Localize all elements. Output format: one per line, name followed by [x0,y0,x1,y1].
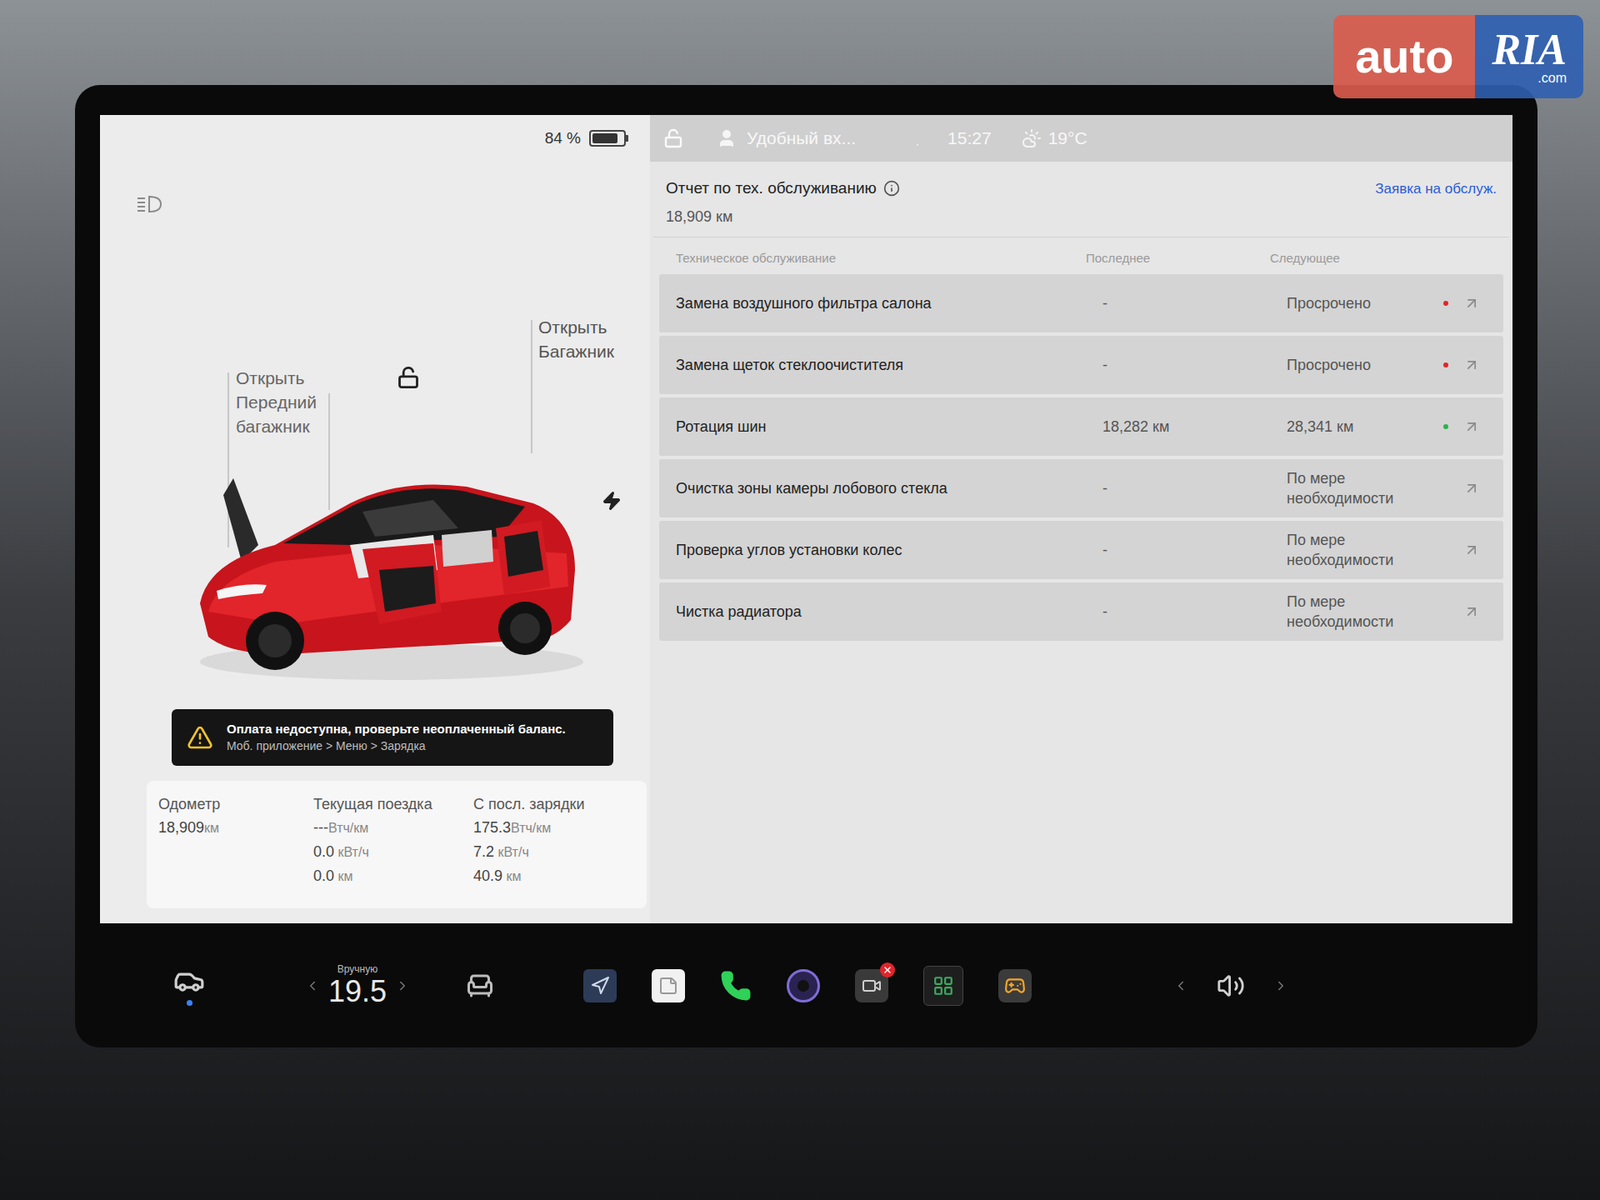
status-dot [1443,485,1449,491]
stats-column: Одометр18,909км [158,792,314,909]
table-header: Техническое обслуживаниеПоследнееСледующ… [650,237,1513,275]
trunk-button[interactable]: ОткрытьБагажник [538,315,615,364]
screen-bezel: 84 % ОткрытьПереднийбагажник ОткрытьБагажн… [75,85,1538,1048]
temp-up-icon[interactable] [395,978,410,994]
report-title: Отчет по тех. обслуживанию [665,176,877,201]
car-icon[interactable] [173,965,205,997]
car-panel: 84 % ОткрытьПереднийбагажник ОткрытьБагажн… [100,115,650,924]
stats-column: Текущая поездка---Втч/км0.0 кВт/ч0.0 км [313,792,474,909]
temp-down-icon[interactable] [305,978,320,994]
status-dot [1443,424,1449,430]
status-dot [1443,362,1449,368]
service-panel: Удобный вх... 15:27 19°C Отчет по тех. обсл… [650,115,1513,924]
photo: autoRIA.com84 %ОткрытьПереднийбагажникОт… [0,0,1600,1200]
battery-icon [589,130,629,147]
car-view: ОткрытьПереднийбагажник ОткрытьБагажник [100,161,650,695]
seat-heater-icon[interactable] [465,970,495,1001]
autopilot-icon[interactable] [583,969,617,1003]
left-status-bar: 84 % [100,115,650,162]
notes-icon[interactable] [651,969,685,1003]
payment-alert: Оплата недоступна, проверьте неоплаченны… [171,709,614,766]
open-arrow-icon[interactable] [1463,541,1480,559]
taskbar: Вручную19.5 [100,923,1513,1048]
info-icon[interactable] [883,180,900,197]
lock-icon[interactable] [396,365,420,390]
status-dot [1443,547,1449,553]
open-arrow-icon[interactable] [1463,356,1480,374]
phone-icon[interactable] [720,970,752,1002]
outside-temperature: 19°C [1048,125,1088,152]
report-odometer: 18,909 км [665,205,900,229]
camera-icon[interactable] [786,969,820,1003]
maintenance-row[interactable]: Замена воздушного фильтра салона-Просроч… [659,274,1504,333]
top-status-bar: Удобный вх... 15:27 19°C [650,115,1513,162]
error-badge [880,962,895,978]
maintenance-row[interactable]: Очистка зоны камеры лобового стекла-По м… [659,459,1504,518]
weather-icon [1021,128,1042,149]
charge-port-icon[interactable] [601,490,622,511]
volume-icon[interactable] [1216,971,1245,1000]
open-arrow-icon[interactable] [1463,418,1480,435]
open-arrow-icon[interactable] [1463,603,1480,620]
display: 84 % ОткрытьПереднийбагажник ОткрытьБагажн… [100,115,1513,924]
unlock-icon[interactable] [663,128,684,149]
status-dot [1443,300,1449,306]
open-arrow-icon[interactable] [1463,295,1480,312]
car-image[interactable] [183,445,600,687]
warning-icon [186,724,214,751]
clock: 15:27 [947,125,992,152]
stats-column: С посл. зарядки175.3Втч/км7.2 кВт/ч40.9 … [473,792,635,909]
headlight-icon[interactable] [135,194,165,215]
maintenance-row[interactable]: Чистка радиатора-По мере необходимости [659,582,1504,641]
battery-percent: 84 % [545,126,581,151]
apps-icon[interactable] [923,965,964,1006]
maintenance-row[interactable]: Проверка углов установки колес-По мере н… [659,520,1504,580]
no-signal-icon [915,128,936,149]
report-header: Отчет по тех. обслуживанию 18,909 км Заявк… [653,161,1510,238]
profile-icon[interactable] [716,128,737,149]
frunk-button[interactable]: ОткрытьПереднийбагажник [235,365,317,439]
open-arrow-icon[interactable] [1463,480,1480,497]
games-icon[interactable] [998,969,1032,1003]
service-request-link[interactable]: Заявка на обслуж. [1375,178,1497,200]
profile-name[interactable]: Удобный вх... [746,125,856,152]
maintenance-row[interactable]: Замена щеток стеклоочистителя-Просрочено [659,335,1504,395]
status-dot [1443,609,1449,615]
volume-up-icon[interactable] [1273,978,1289,994]
trip-stats: Одометр18,909кмТекущая поездка---Втч/км0… [146,780,647,909]
volume-down-icon[interactable] [1173,978,1189,994]
volume-control[interactable] [1173,971,1289,1000]
climate-control[interactable]: Вручную19.5 [305,963,410,1009]
watermark: autoRIA.com [1333,15,1584,99]
maintenance-list: Замена воздушного фильтра салона-Просроч… [650,274,1513,641]
maintenance-row[interactable]: Ротация шин18,282 км28,341 км [659,397,1504,456]
